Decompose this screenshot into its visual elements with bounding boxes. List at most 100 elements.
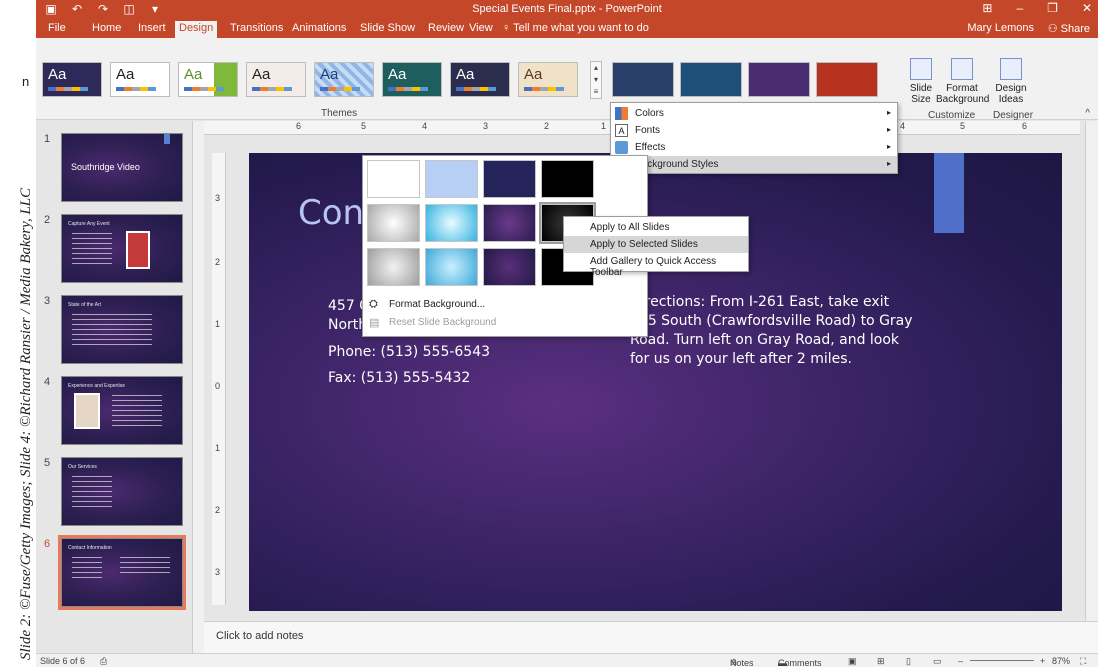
slide-show-icon[interactable]: ▭ <box>933 656 942 667</box>
design-ideas-button[interactable]: Design Ideas <box>994 58 1028 105</box>
lightbulb-icon: ♀ <box>502 22 511 34</box>
themes-group-label: Themes <box>321 108 358 119</box>
zoom-out-icon[interactable]: – <box>958 656 963 666</box>
slide-thumbnail-5[interactable]: Our Services <box>61 457 183 526</box>
slide-thumbnail-3[interactable]: State of the Art <box>61 295 183 364</box>
close-icon[interactable]: ✕ <box>1082 1 1092 15</box>
edge-character: n <box>22 74 30 89</box>
thumbnail-scrollbar[interactable] <box>192 121 204 653</box>
format-background-label: Format Background <box>936 83 990 105</box>
fit-slide-icon[interactable]: ⛶ <box>1080 656 1086 667</box>
bg-style-5[interactable] <box>367 204 420 242</box>
restore-icon[interactable]: ❐ <box>1047 1 1058 15</box>
reset-background-menu-item[interactable]: ▤ Reset Slide Background <box>363 315 649 332</box>
thumb-title: Our Services <box>68 464 97 470</box>
zoom-in-icon[interactable]: + <box>1040 656 1045 666</box>
variant-2[interactable] <box>680 62 742 97</box>
bg-style-3[interactable] <box>483 160 536 198</box>
slide-thumbnail-1[interactable]: Southridge Video <box>61 133 183 202</box>
ribbon-display-options-icon[interactable]: ⊞ <box>982 1 992 15</box>
theme-organic[interactable]: Aa <box>450 62 510 97</box>
slide-thumbnail-6[interactable]: Contact Information <box>58 535 186 610</box>
reading-view-icon[interactable]: ▯ <box>906 656 911 667</box>
effects-icon <box>615 141 628 154</box>
slide-count: Slide 6 of 6 <box>40 656 86 666</box>
thumb-title: Contact Information <box>68 545 112 551</box>
vertical-scrollbar[interactable] <box>1085 121 1098 621</box>
tab-design[interactable]: Design <box>175 21 218 38</box>
tab-view[interactable]: View <box>465 21 497 35</box>
variant-4[interactable] <box>816 62 878 97</box>
menu-item-effects[interactable]: Effects ▸ <box>611 139 897 156</box>
collapse-ribbon-icon[interactable]: ^ <box>1085 108 1090 119</box>
tell-me-search[interactable]: ♀ Tell me what you want to do <box>502 22 649 34</box>
bg-style-11[interactable] <box>483 248 536 286</box>
tab-home[interactable]: Home <box>88 21 125 35</box>
notes-pane[interactable]: Click to add notes <box>204 621 1098 653</box>
theme-facet[interactable]: Aa <box>178 62 238 97</box>
notes-placeholder: Click to add notes <box>216 630 304 642</box>
bg-style-2[interactable] <box>425 160 478 198</box>
menu-item-background-styles[interactable]: ◔ Background Styles ▸ <box>611 156 897 173</box>
background-style-context-menu: Apply to All Slides Apply to Selected Sl… <box>563 216 749 278</box>
slide-number: 1 <box>44 133 51 145</box>
bg-style-10[interactable] <box>425 248 478 286</box>
tab-animations[interactable]: Animations <box>288 21 350 35</box>
slide-thumbnail-4[interactable]: Experience and Expertise <box>61 376 183 445</box>
submenu-arrow-icon: ▸ <box>886 125 891 134</box>
bg-style-7[interactable] <box>483 204 536 242</box>
slide-editing-area: 6 5 4 3 2 1 4 5 6 3 2 1 0 1 2 3 Cont 457… <box>204 121 1098 621</box>
add-gallery-to-qat[interactable]: Add Gallery to Quick Access Toolbar <box>564 253 748 278</box>
bg-style-9[interactable] <box>367 248 420 286</box>
tab-review[interactable]: Review <box>424 21 468 35</box>
apply-to-selected-slides[interactable]: Apply to Selected Slides <box>564 236 748 253</box>
theme-office[interactable]: Aa <box>110 62 170 97</box>
slide-thumbnail-2[interactable]: Capture Any Event <box>61 214 183 283</box>
bg-style-4[interactable] <box>541 160 594 198</box>
tab-file[interactable]: File <box>44 21 70 35</box>
phone-text: Phone: (513) 555-6543 <box>328 344 491 360</box>
menu-item-colors[interactable]: Colors ▸ <box>611 105 897 122</box>
zoom-level[interactable]: 87% <box>1052 656 1070 666</box>
bg-style-1[interactable] <box>367 160 420 198</box>
submenu-arrow-icon: ▸ <box>886 142 891 151</box>
slide-number: 6 <box>44 538 51 550</box>
vertical-ruler: 3 2 1 0 1 2 3 <box>212 153 226 605</box>
theme-retrospect[interactable]: Aa <box>518 62 578 97</box>
powerpoint-window: ▣ ↶ ↷ ◫ ▾ Special Events Final.pptx - Po… <box>36 0 1098 667</box>
format-background-button[interactable]: Format Background <box>936 58 990 105</box>
normal-view-icon[interactable]: ▣ <box>848 656 857 667</box>
thumb-title: Experience and Expertise <box>68 383 125 389</box>
theme-office-dark[interactable]: Aa <box>42 62 102 97</box>
variant-1[interactable] <box>612 62 674 97</box>
share-label: Share <box>1060 23 1090 35</box>
tell-me-label: Tell me what you want to do <box>513 22 649 34</box>
minimize-icon[interactable]: – <box>1016 1 1023 15</box>
theme-ion[interactable]: Aa <box>314 62 374 97</box>
variant-3[interactable] <box>748 62 810 97</box>
share-button[interactable]: ⚇ Share <box>1048 22 1090 35</box>
menu-item-fonts[interactable]: A Fonts ▸ <box>611 122 897 139</box>
spelling-check-icon[interactable]: ⎙ <box>100 656 107 667</box>
fonts-icon: A <box>615 124 628 137</box>
design-ideas-icon <box>1000 58 1022 80</box>
slide-thumbnail-panel: 1 Southridge Video 2 Capture Any Event 3… <box>36 121 204 653</box>
fax-text: Fax: (513) 555-5432 <box>328 370 471 386</box>
bg-style-6[interactable] <box>425 204 478 242</box>
thumb-title: State of the Art <box>68 302 102 308</box>
slide-size-button[interactable]: Slide Size <box>904 58 938 105</box>
tab-insert[interactable]: Insert <box>134 21 170 35</box>
format-background-menu-item[interactable]: ⛭ Format Background... <box>363 297 649 314</box>
slide-size-label: Slide Size <box>909 83 933 105</box>
format-background-icon: ⛭ <box>369 298 378 310</box>
theme-integral[interactable]: Aa <box>246 62 306 97</box>
user-account[interactable]: Mary Lemons <box>967 22 1034 34</box>
themes-gallery-more-button[interactable]: ▴ ▾ ≡ <box>590 61 602 99</box>
slide-number: 4 <box>44 376 51 388</box>
theme-ion-boardroom[interactable]: Aa <box>382 62 442 97</box>
tab-transitions[interactable]: Transitions <box>226 21 287 35</box>
tab-slide-show[interactable]: Slide Show <box>356 21 419 35</box>
slide-sorter-icon[interactable]: ⊞ <box>877 656 885 667</box>
zoom-slider[interactable] <box>970 660 1034 661</box>
apply-to-all-slides[interactable]: Apply to All Slides <box>564 219 748 236</box>
